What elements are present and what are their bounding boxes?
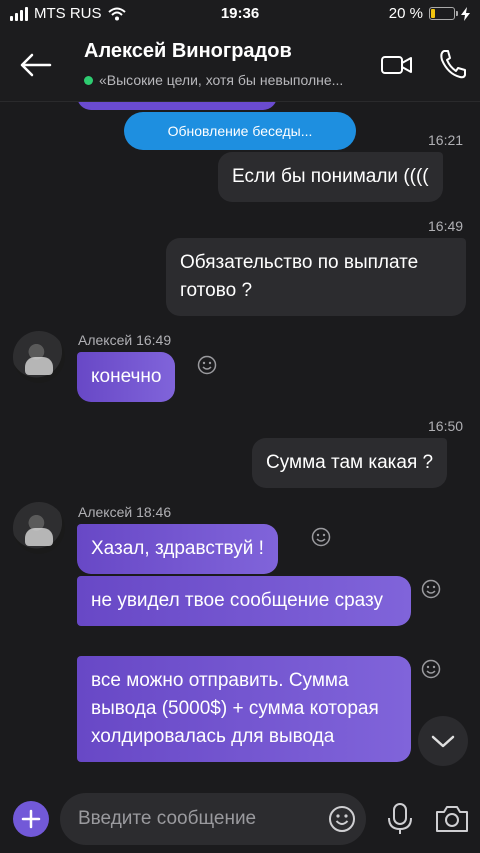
battery-percent: 20 % xyxy=(388,5,423,22)
message-composer xyxy=(0,782,480,853)
incoming-message[interactable]: Хазал, здравствуй ! xyxy=(77,524,278,574)
video-call-icon xyxy=(381,56,412,74)
outgoing-message[interactable]: Если бы понимали (((( xyxy=(218,152,443,202)
charging-bolt-icon xyxy=(461,6,470,21)
chevron-down-icon xyxy=(431,735,455,748)
attach-button[interactable] xyxy=(13,801,49,837)
back-arrow-icon xyxy=(20,53,52,77)
microphone-icon[interactable] xyxy=(385,802,415,836)
incoming-message[interactable]: конечно xyxy=(77,352,176,402)
emoji-icon[interactable] xyxy=(328,805,356,833)
contact-name[interactable]: Алексей Виноградов xyxy=(84,40,292,63)
message-time: 16:50 xyxy=(428,418,464,434)
add-reaction-icon[interactable] xyxy=(311,527,331,547)
message-time: 16:21 xyxy=(428,132,464,148)
outgoing-message[interactable]: Обязательство по выплате готово ? xyxy=(166,238,466,316)
message-input[interactable] xyxy=(78,793,318,845)
previous-message-bubble xyxy=(77,102,277,110)
incoming-message[interactable]: все можно отправить. Сумма вывода (5000$… xyxy=(77,656,411,762)
video-call-button[interactable] xyxy=(380,50,414,80)
message-input-container xyxy=(60,793,366,845)
plus-icon xyxy=(21,809,41,829)
add-reaction-icon[interactable] xyxy=(421,659,441,679)
message-list[interactable]: Обновление беседы... 16:21 Если бы поним… xyxy=(0,102,480,782)
chat-header: Алексей Виноградов «Высокие цели, хотя б… xyxy=(0,30,480,102)
battery-level xyxy=(431,9,436,18)
contact-status: «Высокие цели, хотя бы невыполне... xyxy=(84,72,343,88)
update-conversation-pill[interactable]: Обновление беседы... xyxy=(124,112,356,150)
message-time: 16:49 xyxy=(428,218,464,234)
avatar[interactable] xyxy=(13,502,65,554)
online-indicator xyxy=(84,75,93,85)
outgoing-message[interactable]: Сумма там какая ? xyxy=(252,438,448,488)
incoming-message[interactable]: не увидел твое сообщение сразу xyxy=(77,576,411,626)
add-reaction-icon[interactable] xyxy=(421,579,441,599)
status-bar: MTS RUS 19:36 20 % xyxy=(0,0,480,30)
status-bar-right: 20 % xyxy=(389,5,470,22)
sender-label: Алексей 16:49 xyxy=(78,332,172,348)
phone-icon xyxy=(440,50,466,79)
scroll-to-bottom-button[interactable] xyxy=(418,716,468,766)
camera-icon[interactable] xyxy=(435,804,469,834)
voice-call-button[interactable] xyxy=(437,48,467,80)
add-reaction-icon[interactable] xyxy=(197,355,217,375)
contact-status-text: «Высокие цели, хотя бы невыполне... xyxy=(99,72,344,88)
back-button[interactable] xyxy=(18,50,54,80)
sender-label: Алексей 18:46 xyxy=(78,504,172,520)
battery-icon xyxy=(429,7,458,20)
avatar[interactable] xyxy=(13,331,65,383)
